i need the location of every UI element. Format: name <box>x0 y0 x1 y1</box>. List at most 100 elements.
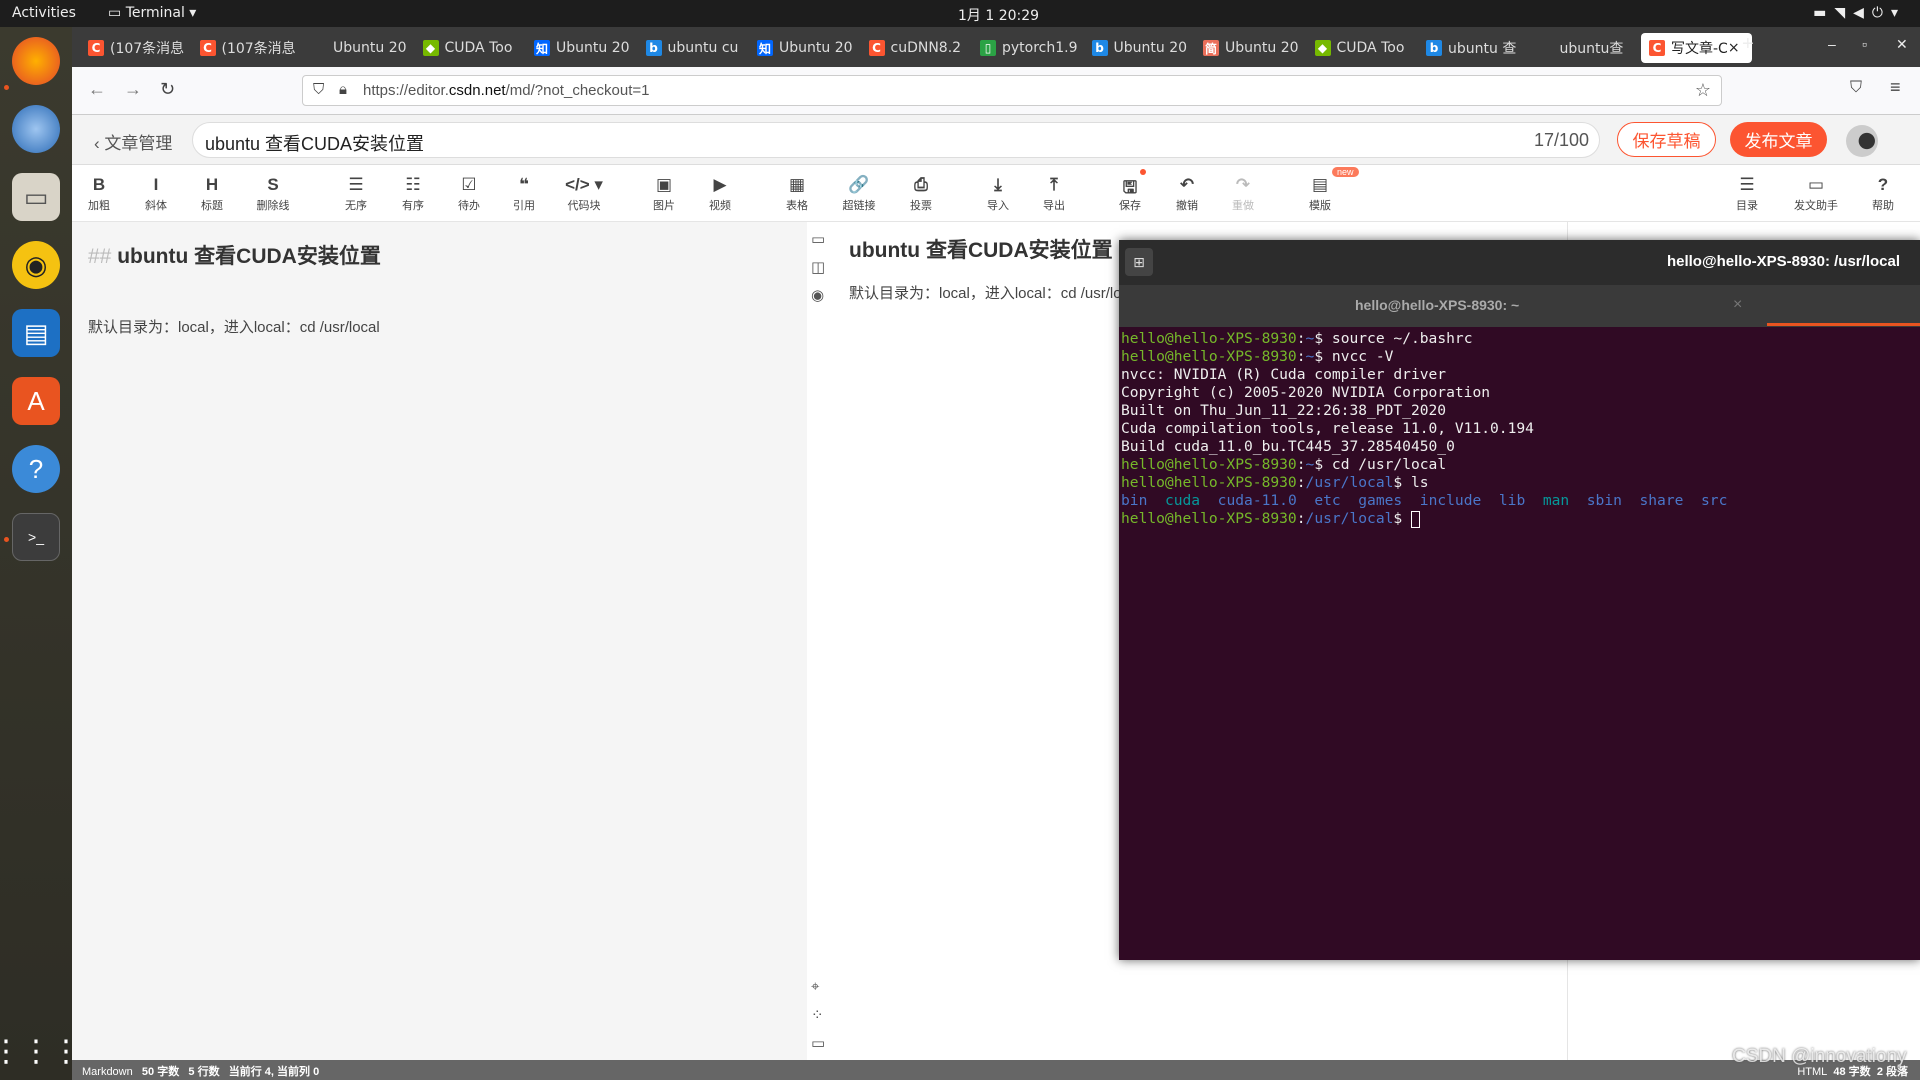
browser-tab[interactable]: ◆ CUDA Too <box>1307 33 1418 63</box>
system-tray[interactable]: ▬◥◀⏻▾ <box>1813 5 1906 21</box>
fullscreen-icon[interactable]: ▭ <box>811 1034 825 1052</box>
firefox-icon[interactable] <box>12 37 60 85</box>
toolbar-button-13[interactable]: ⎙ 投票 <box>891 175 951 213</box>
browser-tab[interactable]: b Ubuntu 20 <box>1084 33 1195 63</box>
save-draft-button[interactable]: 保存草稿 <box>1617 122 1716 157</box>
browser-tab[interactable]: C (107条消息 <box>80 33 191 63</box>
tab-title: ubuntu查 <box>1559 41 1624 57</box>
toolbar-button-4[interactable]: ☰ 无序 <box>326 175 386 213</box>
toolbar-button-5[interactable]: ☷ 有序 <box>383 175 443 213</box>
toolbar-button-14[interactable]: ⤓ 导入 <box>968 175 1028 213</box>
toolbar-label: 撤销 <box>1176 200 1198 212</box>
browser-tab[interactable]: ubuntu查 <box>1530 33 1641 63</box>
toolbar-button-3[interactable]: S 删除线 <box>243 175 303 213</box>
app-grid-icon[interactable]: ⋮⋮⋮ <box>0 1027 81 1075</box>
help-icon[interactable]: ? <box>12 445 60 493</box>
markdown-editor[interactable]: ## ubuntu 查看CUDA安装位置 默认目录为：local，进入local… <box>72 222 807 1060</box>
ls-entry: cuda <box>1164 492 1201 509</box>
back-icon[interactable]: ← <box>88 79 106 100</box>
toolbar-button-11[interactable]: ▦ 表格 <box>767 175 827 213</box>
toolbar-icon: ▣ <box>655 175 673 194</box>
terminal-window[interactable]: ⊞ hello@hello-XPS-8930: /usr/local hello… <box>1119 240 1920 960</box>
toolbar-icon: ? <box>1877 175 1889 194</box>
maximize-icon[interactable]: ▫ <box>1862 36 1867 52</box>
browser-tab[interactable]: ◆ CUDA Too <box>415 33 526 63</box>
forward-icon[interactable]: → <box>124 79 142 100</box>
toolbar-button-7[interactable]: ❝ 引用 <box>494 175 554 213</box>
toolbar-button-15[interactable]: ⤒ 导出 <box>1024 175 1084 213</box>
favicon-icon: C <box>868 40 885 56</box>
toolbar-button-8[interactable]: </> ▾ 代码块 <box>554 175 614 213</box>
terminal-tab[interactable]: hello@hello-XPS-8930: ~ × <box>1119 285 1920 327</box>
software-center-icon[interactable]: A <box>12 377 60 425</box>
new-tab-icon[interactable]: ⊞ <box>1125 248 1153 276</box>
browser-tab[interactable]: 知 Ubuntu 20 <box>749 33 860 63</box>
toolbar-button-22[interactable]: ? 帮助 <box>1853 175 1913 213</box>
tab-title: 写文章-C <box>1671 41 1728 57</box>
locate-icon[interactable]: ⌖ <box>811 978 819 995</box>
toolbar-button-21[interactable]: ▭ 发文助手 <box>1786 175 1846 213</box>
toolbar-button-1[interactable]: I 斜体 <box>126 175 186 213</box>
menu-icon[interactable]: ≡ <box>1890 77 1901 98</box>
browser-tab[interactable]: ▯ pytorch1.9 <box>972 33 1083 63</box>
avatar[interactable] <box>1846 125 1878 157</box>
terminal-line: hello@hello-XPS-8930:~$ cd /usr/local <box>1121 456 1447 473</box>
title-text: ubuntu 查看CUDA安装位置 <box>205 134 425 154</box>
activities-button[interactable]: Activities <box>12 5 76 21</box>
browser-tab[interactable]: Ubuntu 20 <box>303 33 414 63</box>
toolbar-button-16[interactable]: 🖫 保存 <box>1100 169 1160 213</box>
browser-tab[interactable]: 知 Ubuntu 20 <box>526 33 637 63</box>
close-tab-icon[interactable]: × <box>1733 296 1742 314</box>
terminal-line: hello@hello-XPS-8930:~$ source ~/.bashrc <box>1121 330 1473 347</box>
toolbar-button-10[interactable]: ▶ 视频 <box>690 175 750 213</box>
back-to-articles-link[interactable]: ‹ 文章管理 <box>94 129 172 154</box>
url-input[interactable]: ⛉ 🔒︎ https://editor.csdn.net/md/?not_che… <box>302 75 1722 106</box>
close-window-icon[interactable]: ✕ <box>1896 36 1908 53</box>
sync-scroll-icon[interactable]: ⁘ <box>811 1006 824 1024</box>
thunderbird-icon[interactable] <box>12 105 60 153</box>
browser-tab[interactable]: CcuDNN8.2 <box>861 33 972 63</box>
reload-icon[interactable]: ↻ <box>160 79 175 100</box>
view-mode-strip: ▭ ◫ ◉ ⌖ ⁘ ▭ <box>807 222 831 1060</box>
browser-tab[interactable]: 简 Ubuntu 20 <box>1195 33 1306 63</box>
split-view-icon[interactable]: ◫ <box>811 258 825 276</box>
app-menu[interactable]: ▭ Terminal ▾ <box>108 5 196 21</box>
toolbar-button-20[interactable]: ☰ 目录 <box>1717 175 1777 213</box>
toolbar-button-17[interactable]: ↶ 撤销 <box>1157 175 1217 213</box>
toolbar-button-19[interactable]: ▤ 模版 new <box>1290 167 1359 213</box>
toolbar-button-6[interactable]: ☑ 待办 <box>439 175 499 213</box>
minimize-icon[interactable]: – <box>1828 36 1836 52</box>
rhythmbox-icon[interactable]: ◉ <box>12 241 60 289</box>
browser-tab[interactable]: C 写文章-C × <box>1641 33 1752 63</box>
close-tab-icon[interactable]: × <box>1728 40 1740 56</box>
terminal-icon[interactable]: >_ <box>12 513 60 561</box>
power-icon: ⏻ <box>1871 5 1891 21</box>
browser-tab[interactable]: b ubuntu 查 <box>1418 33 1529 63</box>
status-cursor: 当前行 4, 当前列 0 <box>228 1066 320 1078</box>
preview-only-icon[interactable]: ◉ <box>811 286 824 304</box>
tab-title: pytorch1.9 <box>1002 40 1078 56</box>
toolbar-button-9[interactable]: ▣ 图片 <box>634 175 694 213</box>
toolbar-label: 代码块 <box>567 200 601 212</box>
toolbar-button-0[interactable]: B 加粗 <box>69 175 129 213</box>
publish-button[interactable]: 发布文章 <box>1730 122 1827 157</box>
browser-tab[interactable]: C (107条消息 <box>192 33 303 63</box>
bookmark-star-icon[interactable]: ☆ <box>1695 80 1711 101</box>
toolbar-button-2[interactable]: H 标题 <box>182 175 242 213</box>
new-tab-icon[interactable]: + <box>1742 33 1754 56</box>
toolbar-button-12[interactable]: 🔗 超链接 <box>829 175 889 213</box>
unsaved-dot <box>1140 169 1146 175</box>
ls-entry: cuda-11.0 <box>1217 492 1297 509</box>
command-text: nvcc -V <box>1331 348 1394 365</box>
writer-icon[interactable]: ▤ <box>12 309 60 357</box>
toolbar-button-18[interactable]: ↷ 重做 <box>1213 175 1273 213</box>
toolbar-label: 导入 <box>987 200 1009 212</box>
clock[interactable]: 1月 1 20:29 <box>958 5 1039 25</box>
browser-tab[interactable]: b ubuntu cu <box>638 33 749 63</box>
pocket-icon[interactable]: ⛉ <box>1850 79 1862 97</box>
article-title-input[interactable]: ubuntu 查看CUDA安装位置 17/100 <box>192 122 1600 158</box>
ls-entry: share <box>1639 492 1684 509</box>
terminal-output: hello@hello-XPS-8930:~$ source ~/.bashrc… <box>1121 330 1745 528</box>
files-icon[interactable]: ▭ <box>12 173 60 221</box>
editor-only-icon[interactable]: ▭ <box>811 230 825 248</box>
